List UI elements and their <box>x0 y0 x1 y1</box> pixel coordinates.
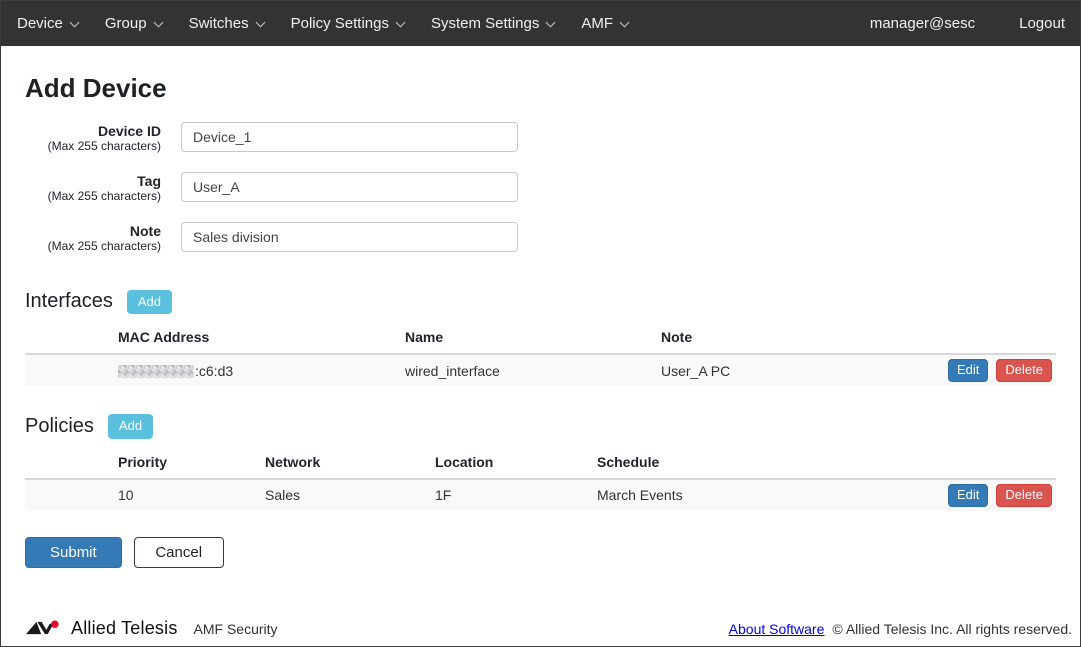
device-id-hint: (Max 255 characters) <box>25 140 161 154</box>
policy-actions-cell: Edit Delete <box>948 484 1056 507</box>
interfaces-title: Interfaces <box>25 290 113 313</box>
cancel-button[interactable]: Cancel <box>134 537 224 568</box>
chevron-down-icon <box>255 17 265 27</box>
interface-note-cell: User_A PC <box>661 363 948 379</box>
page-title: Add Device <box>25 75 1056 101</box>
tag-field[interactable] <box>181 172 518 202</box>
policies-table-header: Priority Network Location Schedule <box>25 454 1056 480</box>
chevron-down-icon <box>620 17 630 27</box>
form-actions: Submit Cancel <box>25 537 1056 568</box>
policy-table-row: 10 Sales 1F March Events Edit Delete <box>25 480 1056 511</box>
tag-row: Tag (Max 255 characters) <box>25 172 1056 204</box>
chevron-down-icon <box>69 17 79 27</box>
note-label-block: Note (Max 255 characters) <box>25 222 161 254</box>
nav-menu-device-label: Device <box>17 15 63 32</box>
interface-mac-cell: :c6:d3 <box>118 363 405 379</box>
note-field[interactable] <box>181 222 518 252</box>
chevron-down-icon <box>153 17 163 27</box>
nav-menu-system-settings[interactable]: System Settings <box>431 15 554 32</box>
delete-interface-button[interactable]: Delete <box>996 359 1052 382</box>
policy-location-cell: 1F <box>435 487 597 503</box>
chevron-down-icon <box>396 17 406 27</box>
device-id-label-block: Device ID (Max 255 characters) <box>25 122 161 154</box>
navbar-menu: Device Group Switches Policy Settings Sy… <box>17 15 628 32</box>
note-row: Note (Max 255 characters) <box>25 222 1056 254</box>
nav-menu-policy-settings-label: Policy Settings <box>291 15 389 32</box>
interface-actions-cell: Edit Delete <box>948 359 1056 382</box>
device-id-label: Device ID <box>25 123 161 139</box>
device-id-field[interactable] <box>181 122 518 152</box>
nav-menu-switches-label: Switches <box>189 15 249 32</box>
edit-interface-button[interactable]: Edit <box>948 359 988 382</box>
col-header-name: Name <box>405 329 661 345</box>
delete-policy-button[interactable]: Delete <box>996 484 1052 507</box>
footer-brand: Allied Telesis AMF Security <box>25 618 278 639</box>
nav-menu-group[interactable]: Group <box>105 15 162 32</box>
redacted-mac-block <box>118 365 194 378</box>
add-policy-button[interactable]: Add <box>108 414 153 439</box>
nav-menu-amf-label: AMF <box>581 15 613 32</box>
tag-hint: (Max 255 characters) <box>25 190 161 204</box>
logout-button[interactable]: Logout <box>1019 15 1065 32</box>
about-software-link[interactable]: About Software <box>729 621 825 637</box>
tag-label-block: Tag (Max 255 characters) <box>25 172 161 204</box>
footer-product-name: AMF Security <box>194 621 278 637</box>
footer-right: About Software © Allied Telesis Inc. All… <box>729 621 1072 637</box>
nav-menu-device[interactable]: Device <box>17 15 78 32</box>
chevron-down-icon <box>546 17 556 27</box>
submit-button[interactable]: Submit <box>25 537 122 568</box>
interface-mac-suffix: :c6:d3 <box>195 363 233 379</box>
note-hint: (Max 255 characters) <box>25 240 161 254</box>
nav-menu-policy-settings[interactable]: Policy Settings <box>291 15 404 32</box>
policy-network-cell: Sales <box>265 487 435 503</box>
policies-table: Priority Network Location Schedule 10 Sa… <box>25 454 1056 511</box>
footer-brand-name: Allied Telesis <box>71 618 178 639</box>
nav-menu-group-label: Group <box>105 15 147 32</box>
interfaces-table: MAC Address Name Note :c6:d3 wired_inter… <box>25 329 1056 386</box>
policy-priority-cell: 10 <box>118 487 265 503</box>
logged-in-user: manager@sesc <box>870 15 975 32</box>
interfaces-section-header: Interfaces Add <box>25 290 1056 315</box>
policy-schedule-cell: March Events <box>597 487 948 503</box>
col-header-mac-address: MAC Address <box>118 329 405 345</box>
footer: Allied Telesis AMF Security About Softwa… <box>1 618 1080 646</box>
interfaces-table-header: MAC Address Name Note <box>25 329 1056 355</box>
col-header-note: Note <box>661 329 1056 345</box>
nav-menu-amf[interactable]: AMF <box>581 15 628 32</box>
interface-table-row: :c6:d3 wired_interface User_A PC Edit De… <box>25 355 1056 386</box>
nav-menu-switches[interactable]: Switches <box>189 15 264 32</box>
policies-section-header: Policies Add <box>25 414 1056 439</box>
edit-policy-button[interactable]: Edit <box>948 484 988 507</box>
device-id-row: Device ID (Max 255 characters) <box>25 122 1056 154</box>
col-header-location: Location <box>435 454 597 470</box>
main-content: Add Device Device ID (Max 255 characters… <box>1 46 1080 618</box>
top-navbar: Device Group Switches Policy Settings Sy… <box>1 1 1080 46</box>
col-header-network: Network <box>265 454 435 470</box>
allied-telesis-logo-icon <box>25 620 63 637</box>
col-header-schedule: Schedule <box>597 454 1056 470</box>
note-label: Note <box>25 223 161 239</box>
tag-label: Tag <box>25 173 161 189</box>
app-window: Device Group Switches Policy Settings Sy… <box>0 0 1081 647</box>
copyright-text: © Allied Telesis Inc. All rights reserve… <box>832 621 1072 637</box>
add-interface-button[interactable]: Add <box>127 290 172 315</box>
interface-name-cell: wired_interface <box>405 363 661 379</box>
col-header-priority: Priority <box>118 454 265 470</box>
policies-title: Policies <box>25 415 94 438</box>
navbar-right: manager@sesc Logout <box>870 15 1065 32</box>
nav-menu-system-settings-label: System Settings <box>431 15 539 32</box>
